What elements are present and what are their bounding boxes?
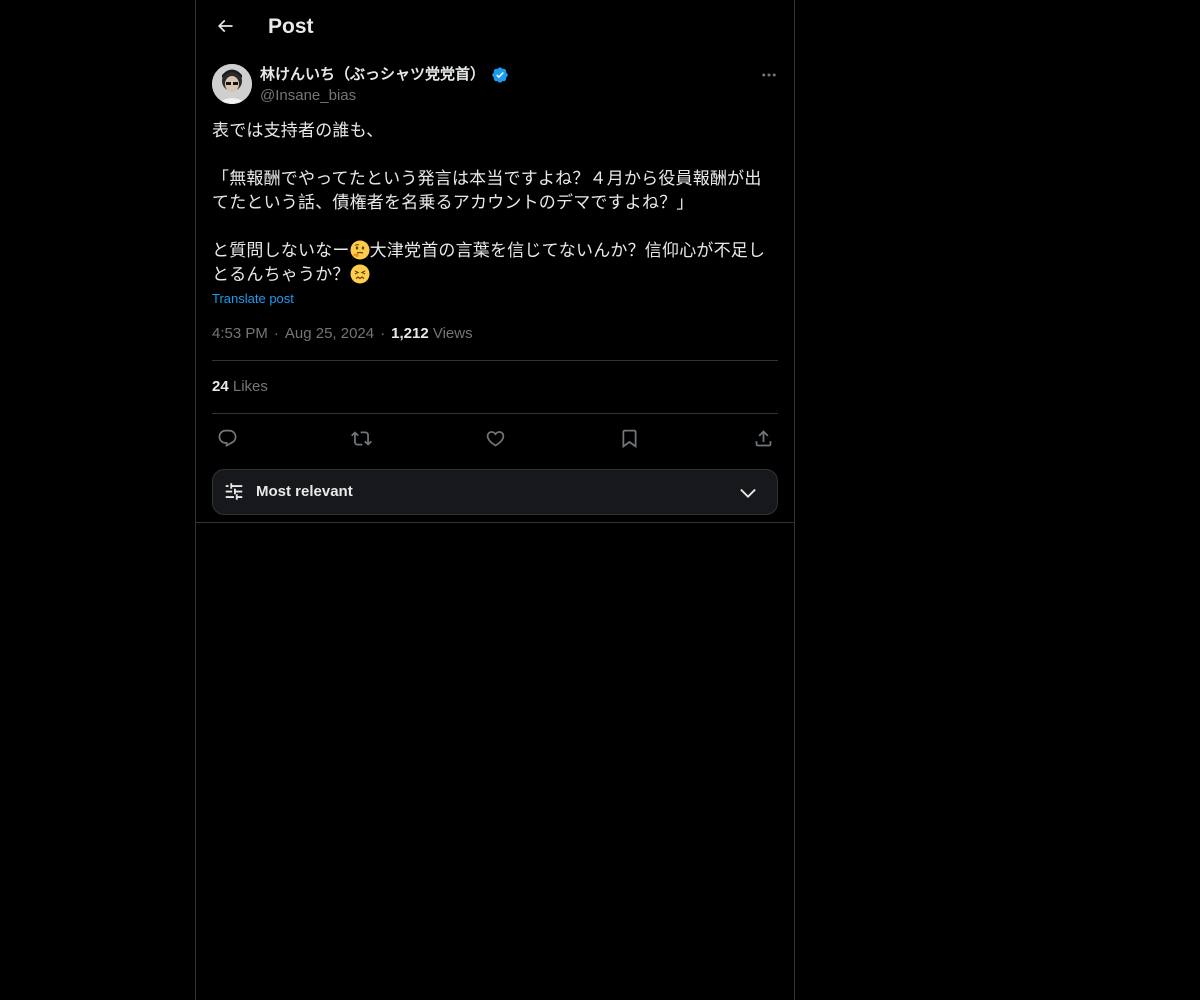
likes-link[interactable]: 24 Likes (212, 377, 268, 397)
reply-icon (218, 429, 236, 447)
post-date[interactable]: Aug 25, 2024 (285, 325, 374, 342)
back-button[interactable] (208, 9, 242, 43)
author-block: 林けんいち（ぶっシャツ党党首） @Insane_bias (260, 64, 509, 106)
bookmark-icon (622, 429, 636, 448)
translate-post-link[interactable]: Translate post (212, 290, 294, 308)
author-name-row: 林けんいち（ぶっシャツ党党首） (260, 64, 509, 86)
more-options-button[interactable] (758, 64, 780, 86)
primary-column: Post 林けんいち（ぶっシャツ党党首） @Insane_bias 表では支持者… (195, 0, 795, 1000)
repost-icon (350, 430, 372, 446)
post-text: 表では支持者の誰も、 「無報酬でやってたという発言は本当ですよね？４月から役員報… (212, 119, 778, 287)
more-dots-icon (762, 73, 776, 77)
page-title: Post (268, 15, 314, 38)
likes-label: Likes (232, 378, 268, 395)
author-name[interactable]: 林けんいち（ぶっシャツ党党首） (260, 64, 485, 86)
post-time[interactable]: 4:53 PM (212, 325, 268, 342)
meta-separator: · (273, 325, 279, 342)
divider (212, 413, 778, 414)
sort-label: Most relevant (256, 483, 353, 500)
like-button[interactable] (481, 424, 509, 452)
reply-button[interactable] (213, 424, 241, 452)
persevering-face-icon (350, 264, 370, 284)
share-icon (755, 429, 771, 446)
header-bar: Post (196, 0, 794, 54)
bookmark-button[interactable] (615, 424, 643, 452)
meta-separator: · (380, 325, 386, 342)
sliders-icon (225, 483, 243, 500)
post-text-line-1: 表では支持者の誰も、 (212, 121, 384, 141)
section-divider (196, 522, 794, 523)
heart-icon (486, 430, 504, 447)
chevron-down-icon (740, 488, 756, 498)
views-count: 1,212 (391, 325, 429, 342)
repost-button[interactable] (347, 424, 375, 452)
divider (212, 360, 778, 361)
verified-badge-icon[interactable] (491, 66, 509, 84)
post-meta: 4:53 PM · Aug 25, 2024 · 1,212 Views (212, 324, 473, 344)
arrow-left-icon (217, 19, 233, 33)
likes-count: 24 (212, 378, 229, 395)
thinking-face-icon (350, 240, 370, 260)
post-text-line-3a: と質問しないなー (212, 241, 350, 261)
views-label: Views (432, 325, 473, 342)
sort-replies-dropdown[interactable]: Most relevant (212, 469, 778, 515)
action-bar (212, 424, 778, 452)
post-text-line-2: 「無報酬でやってたという発言は本当ですよね？４月から役員報酬が出てたという話、債… (212, 169, 762, 213)
author-handle[interactable]: @Insane_bias (260, 86, 509, 106)
share-button[interactable] (749, 424, 777, 452)
avatar[interactable] (212, 64, 252, 104)
avatar-image-icon (212, 64, 252, 104)
